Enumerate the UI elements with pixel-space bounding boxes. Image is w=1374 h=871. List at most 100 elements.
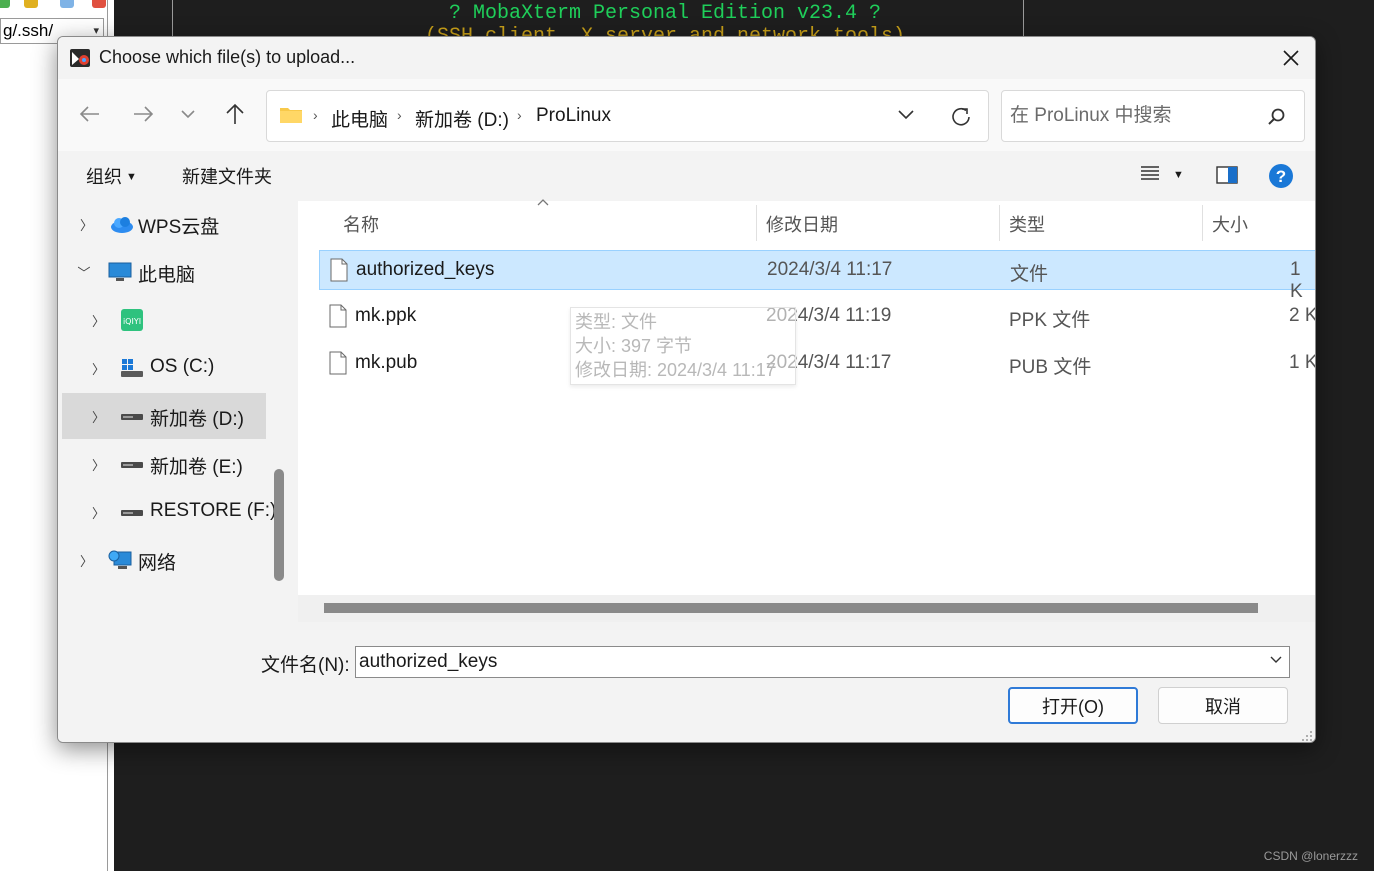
view-options-button[interactable]: ▼ <box>1140 165 1184 186</box>
svg-text:?: ? <box>1276 167 1286 186</box>
close-icon <box>1283 50 1299 66</box>
chevron-down-icon <box>181 110 195 119</box>
search-input[interactable] <box>1010 103 1260 129</box>
drive-icon <box>121 414 143 420</box>
help-icon: ? <box>1269 164 1293 188</box>
list-view-icon <box>1141 166 1159 180</box>
help-button[interactable]: ? <box>1268 163 1294 194</box>
file-row[interactable]: mk.ppk 2024/3/4 11:19 PPK 文件 2 K <box>319 297 1316 337</box>
toolbar-red-icon[interactable] <box>92 0 106 8</box>
chevron-down-icon[interactable] <box>897 109 915 121</box>
drive-icon <box>121 510 143 516</box>
horizontal-scrollbar-thumb[interactable] <box>324 603 1258 613</box>
filename-input[interactable] <box>359 650 1239 674</box>
chevron-right-icon[interactable]: 〉 <box>92 359 105 378</box>
sidebar-item-label: 新加卷 (D:) <box>150 409 244 430</box>
sidebar-item-drive-d[interactable]: 〉 新加卷 (D:) <box>62 393 266 439</box>
back-button[interactable] <box>75 99 105 129</box>
sidebar-item-drive-c[interactable]: 〉 OS (C:) <box>62 345 266 391</box>
breadcrumb-item-computer[interactable]: 此电脑 <box>331 105 388 132</box>
search-icon[interactable] <box>1266 107 1286 127</box>
forward-button[interactable] <box>128 99 158 129</box>
sidebar-item-drive-e[interactable]: 〉 新加卷 (E:) <box>62 441 266 487</box>
sidebar-item-label: WPS云盘 <box>138 217 220 238</box>
file-type: PPK 文件 <box>1009 310 1091 331</box>
preview-pane-button[interactable] <box>1216 166 1238 189</box>
open-button[interactable]: 打开(O) <box>1008 687 1138 724</box>
breadcrumb-separator[interactable]: › <box>517 107 522 123</box>
computer-icon <box>108 262 132 281</box>
dialog-title: Choose which file(s) to upload... <box>99 47 356 67</box>
file-size: 2 K <box>1289 305 1316 326</box>
toolbar-blue-icon[interactable] <box>60 0 74 8</box>
file-name: mk.ppk <box>355 305 417 326</box>
breadcrumb-separator[interactable]: › <box>313 107 318 123</box>
chevron-down-icon[interactable] <box>1269 655 1283 665</box>
file-upload-dialog: Choose which file(s) to upload... › 此电脑 … <box>57 36 1316 743</box>
dialog-titlebar[interactable]: Choose which file(s) to upload... <box>58 37 1315 79</box>
address-bar[interactable]: › 此电脑 › 新加卷 (D:) › ProLinux <box>266 90 989 142</box>
organize-label: 组织 <box>86 167 122 187</box>
chevron-right-icon[interactable]: 〉 <box>92 311 105 330</box>
caret-down-icon: ▼ <box>1173 169 1184 181</box>
up-button[interactable] <box>220 99 250 129</box>
column-header-modified[interactable]: 修改日期 <box>766 211 838 237</box>
file-list: 名称 修改日期 类型 大小 authorized_keys 2024/3/4 1… <box>298 199 1316 622</box>
breadcrumb-separator[interactable]: › <box>397 107 402 123</box>
dialog-footer: 文件名(N): 打开(O) 取消 <box>58 622 1315 742</box>
windows-drive-icon <box>121 359 143 377</box>
arrow-left-icon <box>79 106 99 122</box>
column-divider[interactable] <box>1202 205 1203 241</box>
search-box[interactable] <box>1001 90 1305 142</box>
new-folder-button[interactable]: 新建文件夹 <box>182 163 272 189</box>
chevron-right-icon[interactable]: 〉 <box>80 551 93 570</box>
tooltip-type: 类型: 文件 <box>575 312 658 332</box>
sidebar-item-label: 此电脑 <box>138 265 196 286</box>
sidebar-item-drive-f[interactable]: 〉 RESTORE (F:) <box>62 489 276 535</box>
filename-combobox[interactable] <box>355 646 1290 678</box>
drive-icon <box>121 462 143 468</box>
sidebar-item-label: OS (C:) <box>150 356 215 377</box>
watermark: CSDN @lonerzzz <box>1263 849 1358 863</box>
cancel-button[interactable]: 取消 <box>1158 687 1288 724</box>
file-row[interactable]: authorized_keys 2024/3/4 11:17 文件 1 K <box>319 250 1315 302</box>
column-header-size[interactable]: 大小 <box>1212 211 1248 237</box>
recent-locations-button[interactable] <box>173 99 203 129</box>
chevron-right-icon[interactable]: 〉 <box>92 455 105 474</box>
sidebar-scrollbar[interactable] <box>274 469 284 581</box>
folder-icon <box>280 108 302 123</box>
file-type: PUB 文件 <box>1009 357 1092 378</box>
terminal-line: ? MobaXterm Personal Edition v23.4 ? <box>448 2 882 25</box>
chevron-right-icon[interactable]: 〉 <box>92 407 105 426</box>
organize-menu[interactable]: 组织 ▼ <box>86 163 137 189</box>
arrow-up-icon <box>226 103 244 124</box>
sidebar-item-wps-cloud[interactable]: 〉 WPS云盘 <box>62 201 266 247</box>
column-divider[interactable] <box>756 205 757 241</box>
horizontal-scrollbar[interactable] <box>298 595 1315 622</box>
refresh-icon[interactable] <box>949 105 973 129</box>
file-row[interactable]: mk.pub 2024/3/4 11:17 PUB 文件 1 K <box>319 344 1315 384</box>
sidebar-item-network[interactable]: 〉 网络 <box>62 537 266 583</box>
file-icon <box>329 351 347 375</box>
column-header-name[interactable]: 名称 <box>343 211 379 237</box>
sidebar-item-label: RESTORE (F:) <box>150 500 277 521</box>
chevron-down-icon[interactable]: 〉 <box>75 266 94 279</box>
tooltip-size: 大小: 397 字节 <box>575 336 693 356</box>
sidebar-item-this-pc[interactable]: 〉 此电脑 <box>62 249 266 295</box>
chevron-right-icon[interactable]: 〉 <box>80 215 93 234</box>
breadcrumb-item-prolinux[interactable]: ProLinux <box>536 105 611 127</box>
column-header-type[interactable]: 类型 <box>1009 211 1045 237</box>
toolbar-green-icon[interactable] <box>0 0 10 8</box>
toolbar-folder-icon[interactable] <box>24 0 38 8</box>
command-bar: 组织 ▼ 新建文件夹 ▼ ? <box>58 151 1315 201</box>
arrow-right-icon <box>134 106 154 122</box>
close-button[interactable] <box>1273 41 1309 75</box>
resize-grip-icon[interactable] <box>1301 730 1313 742</box>
file-modified: 2024/3/4 11:17 <box>767 259 893 280</box>
sidebar-item-iqiyi[interactable]: 〉 iQIYI <box>62 297 266 343</box>
chevron-right-icon[interactable]: 〉 <box>92 503 105 522</box>
tooltip-modified: 修改日期: 2024/3/4 11:17 <box>575 360 776 380</box>
breadcrumb-item-drive-d[interactable]: 新加卷 (D:) <box>415 105 509 132</box>
column-divider[interactable] <box>999 205 1000 241</box>
background-toolbar <box>0 0 108 12</box>
